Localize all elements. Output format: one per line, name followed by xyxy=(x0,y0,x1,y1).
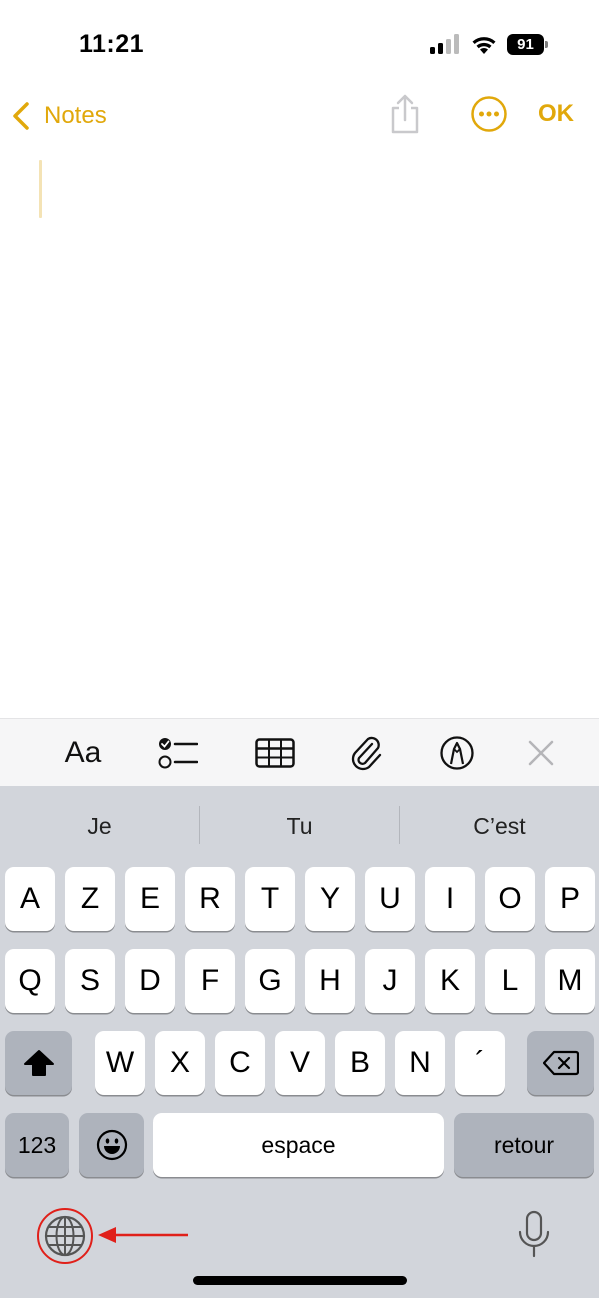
battery-tip xyxy=(545,41,548,48)
key-i[interactable]: I xyxy=(425,867,475,931)
cellular-signal-icon xyxy=(430,34,459,54)
table-icon xyxy=(255,738,295,768)
key-j[interactable]: J xyxy=(365,949,415,1013)
markup-button[interactable] xyxy=(434,719,480,787)
key-a[interactable]: A xyxy=(5,867,55,931)
status-time: 11:21 xyxy=(79,30,145,58)
format-toolbar: Aa xyxy=(0,718,599,786)
status-bar: 11:21 91 xyxy=(0,0,599,90)
checklist-button[interactable] xyxy=(155,719,201,787)
key-x[interactable]: X xyxy=(155,1031,205,1095)
wifi-icon xyxy=(472,37,496,54)
keyboard: Je Tu C’est A Z E R T Y U I O P Q S D F … xyxy=(0,786,599,1298)
battery-level: 91 xyxy=(507,34,544,55)
key-h[interactable]: H xyxy=(305,949,355,1013)
battery-icon: 91 xyxy=(507,34,549,55)
key-p[interactable]: P xyxy=(545,867,595,931)
note-editor[interactable] xyxy=(0,150,599,718)
space-key[interactable]: espace xyxy=(153,1113,444,1177)
suggestion-1[interactable]: Je xyxy=(0,806,199,846)
globe-icon xyxy=(44,1215,86,1257)
suggestion-3[interactable]: C’est xyxy=(400,806,599,846)
key-g[interactable]: G xyxy=(245,949,295,1013)
keyboard-bottom-bar xyxy=(0,1186,599,1298)
key-q[interactable]: Q xyxy=(5,949,55,1013)
back-label: Notes xyxy=(44,102,107,129)
home-indicator[interactable] xyxy=(193,1276,407,1285)
more-icon[interactable] xyxy=(470,95,508,133)
key-s[interactable]: S xyxy=(65,949,115,1013)
key-w[interactable]: W xyxy=(95,1031,145,1095)
key-d[interactable]: D xyxy=(125,949,175,1013)
key-c[interactable]: C xyxy=(215,1031,265,1095)
key-m[interactable]: M xyxy=(545,949,595,1013)
key-n[interactable]: N xyxy=(395,1031,445,1095)
key-o[interactable]: O xyxy=(485,867,535,931)
suggestion-2[interactable]: Tu xyxy=(200,806,399,846)
key-u[interactable]: U xyxy=(365,867,415,931)
key-e[interactable]: E xyxy=(125,867,175,931)
backspace-icon xyxy=(542,1050,579,1076)
key-k[interactable]: K xyxy=(425,949,475,1013)
table-button[interactable] xyxy=(252,719,298,787)
close-icon xyxy=(528,740,554,766)
key-b[interactable]: B xyxy=(335,1031,385,1095)
annotation-arrow xyxy=(98,1227,188,1243)
attachment-button[interactable] xyxy=(344,719,390,787)
backspace-key[interactable] xyxy=(527,1031,594,1095)
paperclip-icon xyxy=(351,736,382,771)
key-l[interactable]: L xyxy=(485,949,535,1013)
key-y[interactable]: Y xyxy=(305,867,355,931)
markup-pen-icon xyxy=(440,736,474,770)
emoji-key[interactable] xyxy=(79,1113,144,1177)
suggestion-bar: Je Tu C’est xyxy=(0,786,599,864)
navigation-bar: Notes OK xyxy=(0,90,599,150)
close-toolbar-button[interactable] xyxy=(520,719,562,787)
share-icon[interactable] xyxy=(386,92,424,136)
return-key[interactable]: retour xyxy=(454,1113,594,1177)
checklist-icon xyxy=(158,738,198,769)
microphone-icon[interactable] xyxy=(515,1210,553,1260)
numbers-key[interactable]: 123 xyxy=(5,1113,69,1177)
text-cursor xyxy=(39,160,42,218)
key-z[interactable]: Z xyxy=(65,867,115,931)
shift-icon xyxy=(23,1050,54,1076)
emoji-icon xyxy=(96,1129,127,1161)
done-button[interactable]: OK xyxy=(538,100,574,128)
chevron-left-icon xyxy=(13,102,29,130)
shift-key[interactable] xyxy=(5,1031,72,1095)
key-f[interactable]: F xyxy=(185,949,235,1013)
key-r[interactable]: R xyxy=(185,867,235,931)
globe-button[interactable] xyxy=(37,1208,93,1264)
key-acute-accent[interactable]: ´ xyxy=(455,1031,505,1095)
key-v[interactable]: V xyxy=(275,1031,325,1095)
back-button[interactable]: Notes xyxy=(10,96,107,136)
format-button[interactable]: Aa xyxy=(58,719,108,787)
key-t[interactable]: T xyxy=(245,867,295,931)
